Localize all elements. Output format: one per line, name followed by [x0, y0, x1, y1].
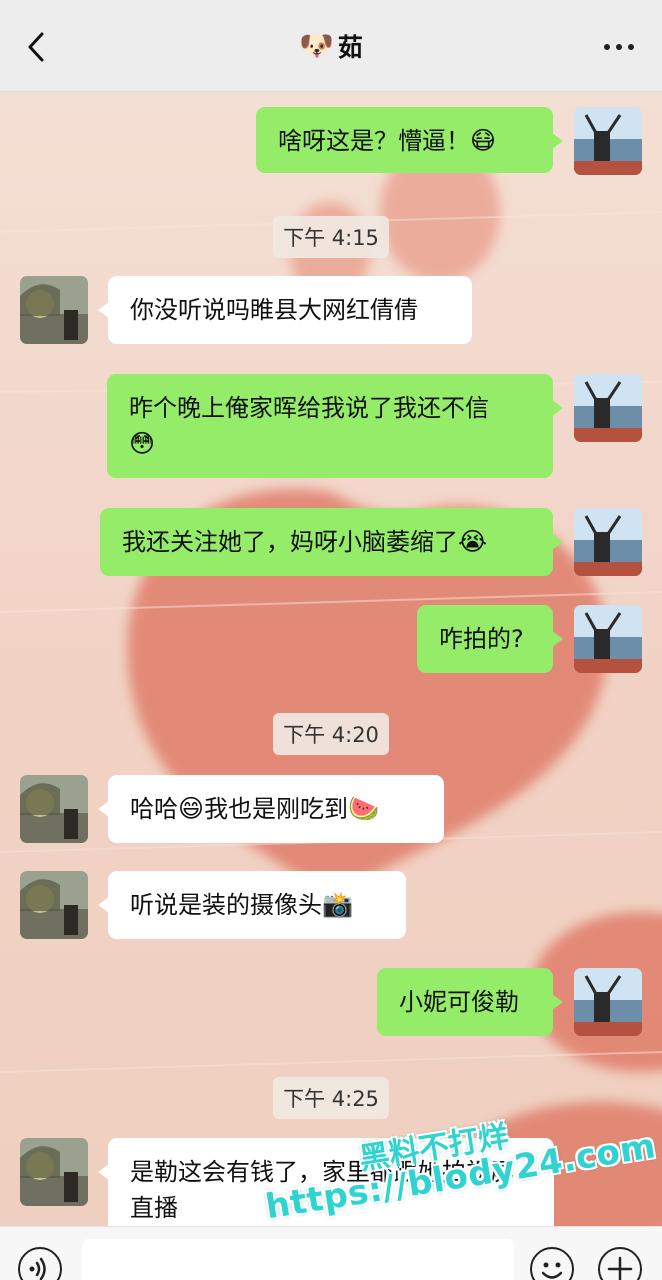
voice-button[interactable] [18, 1247, 62, 1280]
emoji-button[interactable] [530, 1247, 574, 1280]
message-bubble[interactable]: 小妮可俊勒 [377, 968, 563, 1036]
message-bubble[interactable]: 你没听说吗睢县大网红倩倩 [98, 276, 472, 344]
voice-icon [29, 1257, 46, 1280]
flushed-emoji: 😳 [129, 429, 156, 458]
user-avatar-image [574, 107, 642, 175]
back-button[interactable] [22, 30, 52, 64]
avatar[interactable] [574, 605, 642, 673]
message-bubble[interactable]: 听说是装的摄像头📸 [98, 871, 406, 939]
message-bubble[interactable]: 啥呀这是？懵逼！😷 [256, 107, 563, 173]
more-button[interactable] [604, 44, 634, 50]
contact-name: 茹 [337, 32, 363, 62]
avatar[interactable] [20, 276, 88, 344]
user-avatar-image [574, 508, 642, 576]
smiley-icon [541, 1262, 563, 1279]
message-bubble[interactable]: 咋拍的? [417, 605, 563, 673]
chat-wallpaper [0, 92, 662, 1226]
timestamp: 下午 4:25 [0, 1077, 662, 1119]
plus-icon [607, 1256, 633, 1280]
camera-flash-emoji: 📸 [322, 890, 354, 919]
avatar[interactable] [574, 374, 642, 442]
user-avatar-image [574, 968, 642, 1036]
crying-emoji: 😭 [458, 527, 488, 556]
avatar[interactable] [574, 107, 642, 175]
message-bubble[interactable]: 哈哈😄我也是刚吃到🍉 [98, 775, 444, 843]
watermelon-emoji: 🍉 [348, 794, 380, 823]
user-avatar-image [574, 605, 642, 673]
avatar[interactable] [574, 968, 642, 1036]
input-bar [0, 1226, 662, 1280]
message-bubble[interactable]: 昨个晚上俺家晖给我说了我还不信 😳 [107, 374, 563, 478]
chevron-left-icon [28, 32, 44, 62]
message-bubble[interactable]: 我还关注她了，妈呀小脑萎缩了😭 [100, 508, 563, 576]
mask-emoji: 😷 [470, 126, 497, 155]
avatar[interactable] [20, 775, 88, 843]
dog-emoji: 🐶 [299, 29, 334, 62]
message-input[interactable] [82, 1239, 514, 1280]
grin-emoji: 😄 [178, 794, 205, 823]
more-dots-icon [604, 44, 610, 50]
message-bubble[interactable]: 是勒这会有钱了，家里都跟她拍视屏直播 [98, 1138, 554, 1238]
contact-avatar-image [20, 871, 88, 939]
timestamp: 下午 4:15 [0, 216, 662, 258]
contact-avatar-image [20, 1138, 88, 1206]
avatar[interactable] [574, 508, 642, 576]
contact-avatar-image [20, 775, 88, 843]
avatar[interactable] [20, 1138, 88, 1206]
user-avatar-image [574, 374, 642, 442]
plus-button[interactable] [598, 1247, 642, 1280]
timestamp: 下午 4:20 [0, 713, 662, 755]
chat-header: 🐶 茹 [0, 0, 662, 92]
chat-title: 🐶 茹 [299, 28, 363, 64]
contact-avatar-image [20, 276, 88, 344]
avatar[interactable] [20, 871, 88, 939]
